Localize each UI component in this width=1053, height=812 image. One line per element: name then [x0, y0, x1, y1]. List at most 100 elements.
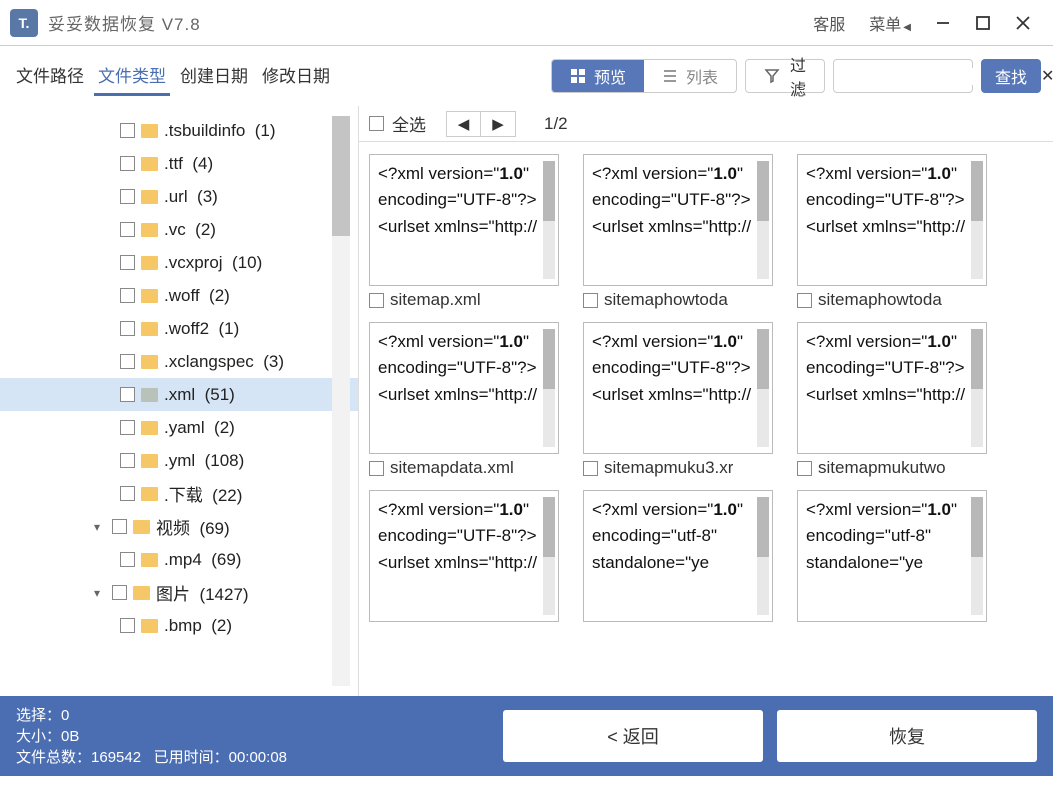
- file-card[interactable]: <?xml version="1.0" encoding="utf-8" sta…: [583, 490, 773, 622]
- file-card[interactable]: <?xml version="1.0" encoding="UTF-8"?> <…: [369, 490, 559, 622]
- list-button[interactable]: 列表: [644, 60, 736, 92]
- file-card[interactable]: <?xml version="1.0" encoding="UTF-8"?> <…: [797, 322, 987, 478]
- find-button[interactable]: 查找: [981, 59, 1041, 93]
- search-field[interactable]: ✕: [833, 59, 973, 93]
- tree-checkbox[interactable]: [112, 585, 127, 600]
- tree-label: .url (3): [164, 187, 218, 207]
- file-preview: <?xml version="1.0" encoding="UTF-8"?> <…: [369, 322, 559, 454]
- next-page-button[interactable]: ▶: [481, 112, 515, 136]
- menu-label: 菜单: [869, 17, 901, 34]
- tree-checkbox[interactable]: [120, 387, 135, 402]
- tree-leaf[interactable]: .vc (2): [0, 213, 358, 246]
- tree-label: .woff2 (1): [164, 319, 239, 339]
- tree-checkbox[interactable]: [120, 255, 135, 270]
- preview-label: 预览: [594, 64, 626, 88]
- card-scrollbar[interactable]: [757, 161, 769, 279]
- tree-checkbox[interactable]: [120, 420, 135, 435]
- tab-file-path[interactable]: 文件路径: [12, 56, 88, 96]
- card-scrollbar[interactable]: [543, 329, 555, 447]
- folder-icon: [141, 487, 158, 501]
- tree-label: .yml (108): [164, 451, 244, 471]
- tree-checkbox[interactable]: [112, 519, 127, 534]
- tree-leaf[interactable]: .yaml (2): [0, 411, 358, 444]
- file-checkbox[interactable]: [583, 461, 598, 476]
- tree-branch[interactable]: ▾视频 (69): [0, 510, 358, 543]
- prev-page-button[interactable]: ◀: [447, 112, 481, 136]
- tree-checkbox[interactable]: [120, 618, 135, 633]
- recover-button[interactable]: 恢复: [777, 710, 1037, 762]
- minimize-button[interactable]: [923, 3, 963, 43]
- card-scrollbar[interactable]: [971, 161, 983, 279]
- file-card[interactable]: <?xml version="1.0" encoding="UTF-8"?> <…: [369, 154, 559, 310]
- tree-leaf[interactable]: .woff2 (1): [0, 312, 358, 345]
- card-scrollbar[interactable]: [971, 329, 983, 447]
- tree-checkbox[interactable]: [120, 321, 135, 336]
- pager: ◀ ▶: [446, 111, 516, 137]
- tree-label: .ttf (4): [164, 154, 213, 174]
- menu-link[interactable]: 菜单◀: [869, 11, 911, 35]
- support-link[interactable]: 客服: [813, 11, 845, 35]
- folder-icon: [141, 223, 158, 237]
- tree-leaf[interactable]: .ttf (4): [0, 147, 358, 180]
- folder-icon: [133, 586, 150, 600]
- tree-checkbox[interactable]: [120, 288, 135, 303]
- card-scrollbar[interactable]: [757, 497, 769, 615]
- file-checkbox[interactable]: [369, 293, 384, 308]
- tab-file-type[interactable]: 文件类型: [94, 56, 170, 96]
- tree-label: .woff (2): [164, 286, 230, 306]
- file-card[interactable]: <?xml version="1.0" encoding="UTF-8"?> <…: [583, 322, 773, 478]
- filter-label: 过滤: [790, 52, 806, 100]
- chevron-down-icon: ▾: [94, 586, 106, 600]
- page-indicator: 1/2: [544, 114, 568, 134]
- back-button[interactable]: < 返回: [503, 710, 763, 762]
- tree-leaf[interactable]: .bmp (2): [0, 609, 358, 642]
- tree-checkbox[interactable]: [120, 123, 135, 138]
- tab-created-date[interactable]: 创建日期: [176, 56, 252, 96]
- file-checkbox[interactable]: [369, 461, 384, 476]
- tree-checkbox[interactable]: [120, 156, 135, 171]
- file-card[interactable]: <?xml version="1.0" encoding="UTF-8"?> <…: [369, 322, 559, 478]
- stats: 选择：0 大小：0B 文件总数：169542 已用时间：00:00:08: [16, 705, 287, 768]
- tree-checkbox[interactable]: [120, 453, 135, 468]
- tree-branch[interactable]: ▾图片 (1427): [0, 576, 358, 609]
- card-scrollbar[interactable]: [757, 329, 769, 447]
- tree-checkbox[interactable]: [120, 222, 135, 237]
- tree-checkbox[interactable]: [120, 486, 135, 501]
- card-scrollbar[interactable]: [543, 161, 555, 279]
- tab-modified-date[interactable]: 修改日期: [258, 56, 334, 96]
- select-all-checkbox[interactable]: [369, 116, 384, 131]
- tree-leaf[interactable]: .xml (51): [0, 378, 358, 411]
- file-card[interactable]: <?xml version="1.0" encoding="UTF-8"?> <…: [583, 154, 773, 310]
- tree-label: .vcxproj (10): [164, 253, 262, 273]
- app-title: 妥妥数据恢复 V7.8: [48, 10, 201, 35]
- tree-label: .xclangspec (3): [164, 352, 284, 372]
- tree-leaf[interactable]: .下载 (22): [0, 477, 358, 510]
- main-panel: 全选 ◀ ▶ 1/2 <?xml version="1.0" encoding=…: [358, 106, 1053, 696]
- sidebar-scrollbar[interactable]: [332, 116, 350, 686]
- card-scrollbar[interactable]: [971, 497, 983, 615]
- sidebar: .tsbuildinfo (1) .ttf (4) .url (3) .vc (2).…: [0, 106, 358, 696]
- tree-checkbox[interactable]: [120, 354, 135, 369]
- file-preview: <?xml version="1.0" encoding="UTF-8"?> <…: [797, 322, 987, 454]
- tree-leaf[interactable]: .yml (108): [0, 444, 358, 477]
- file-checkbox[interactable]: [583, 293, 598, 308]
- tree-checkbox[interactable]: [120, 552, 135, 567]
- maximize-button[interactable]: [963, 3, 1003, 43]
- tree-leaf[interactable]: .mp4 (69): [0, 543, 358, 576]
- close-button[interactable]: [1003, 3, 1043, 43]
- tree-leaf[interactable]: .xclangspec (3): [0, 345, 358, 378]
- filter-button[interactable]: 过滤: [745, 59, 825, 93]
- tree-leaf[interactable]: .tsbuildinfo (1): [0, 114, 358, 147]
- file-checkbox[interactable]: [797, 293, 812, 308]
- file-card[interactable]: <?xml version="1.0" encoding="UTF-8"?> <…: [797, 154, 987, 310]
- clear-icon[interactable]: ✕: [1041, 66, 1053, 86]
- preview-button[interactable]: 预览: [552, 60, 644, 92]
- tree-checkbox[interactable]: [120, 189, 135, 204]
- tree-leaf[interactable]: .vcxproj (10): [0, 246, 358, 279]
- file-card[interactable]: <?xml version="1.0" encoding="utf-8" sta…: [797, 490, 987, 622]
- folder-icon: [141, 322, 158, 336]
- card-scrollbar[interactable]: [543, 497, 555, 615]
- tree-leaf[interactable]: .woff (2): [0, 279, 358, 312]
- file-checkbox[interactable]: [797, 461, 812, 476]
- tree-leaf[interactable]: .url (3): [0, 180, 358, 213]
